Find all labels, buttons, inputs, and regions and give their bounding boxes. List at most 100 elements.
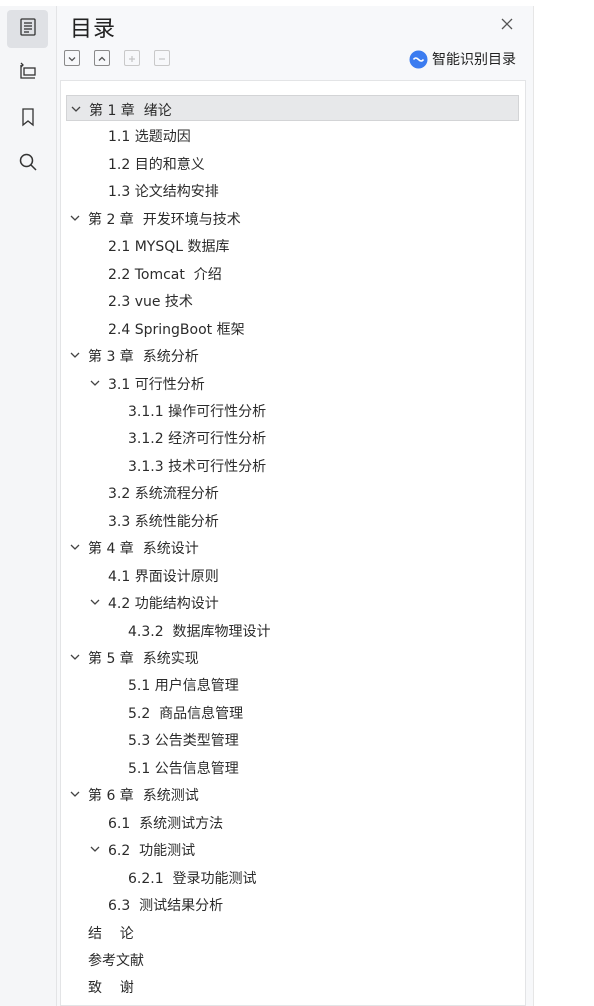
toc-item[interactable]: 第 3 章 系统分析 xyxy=(61,342,525,368)
search-tab-button[interactable] xyxy=(7,145,48,183)
plus-icon xyxy=(127,49,137,68)
chevron-down-icon[interactable] xyxy=(69,541,81,553)
toc-item[interactable]: 2.4 SpringBoot 框架 xyxy=(61,315,525,341)
toc-item[interactable]: 2.3 vue 技术 xyxy=(61,287,525,313)
outline-icon xyxy=(17,16,39,42)
toc-item-label: 致 谢 xyxy=(88,980,134,997)
toc-item[interactable]: 4.3.2 数据库物理设计 xyxy=(61,617,525,643)
toc-item[interactable]: 4.2 功能结构设计 xyxy=(61,589,525,615)
toc-item-label: 3.3 系统性能分析 xyxy=(108,513,219,530)
toc-item[interactable]: 第 5 章 系统实现 xyxy=(61,644,525,670)
chevron-down-icon[interactable] xyxy=(69,788,81,800)
toc-item[interactable]: 3.1 可行性分析 xyxy=(61,370,525,396)
toc-item[interactable]: 3.2 系统流程分析 xyxy=(61,479,525,505)
bookmark-tab-button[interactable] xyxy=(7,100,48,138)
expand-all-button[interactable] xyxy=(64,50,80,66)
toc-item-label: 2.3 vue 技术 xyxy=(108,294,193,311)
toc-item-label: 参考文献 xyxy=(88,952,144,969)
toc-item[interactable]: 5.2 商品信息管理 xyxy=(61,699,525,725)
toc-item[interactable]: 6.1 系统测试方法 xyxy=(61,809,525,835)
toc-item-label: 5.3 公告类型管理 xyxy=(128,733,239,750)
toc-item[interactable]: 3.1.3 技术可行性分析 xyxy=(61,452,525,478)
chevron-down-icon[interactable] xyxy=(69,349,81,361)
toc-tree: 第 1 章 绪论 1.1 选题动因 1.2 目的和意义 1.3 论文结构安排第 2 章… xyxy=(60,80,526,1006)
toc-item-label: 3.1.2 经济可行性分析 xyxy=(128,431,267,448)
toc-item-label: 2.2 Tomcat 介绍 xyxy=(108,266,222,283)
toc-item[interactable]: 5.1 公告信息管理 xyxy=(61,754,525,780)
toc-item[interactable]: 第 6 章 系统测试 xyxy=(61,781,525,807)
toc-item[interactable]: 6.3 测试结果分析 xyxy=(61,891,525,917)
toc-item[interactable]: 第 2 章 开发环境与技术 xyxy=(61,205,525,231)
chevron-down-icon[interactable] xyxy=(89,377,101,389)
toc-item[interactable]: 结 论 xyxy=(61,919,525,945)
toc-item[interactable]: 6.2.1 登录功能测试 xyxy=(61,864,525,890)
toc-item-label: 5.1 用户信息管理 xyxy=(128,678,239,695)
layers-icon xyxy=(17,60,39,86)
toc-item[interactable]: 致 谢 xyxy=(61,973,525,999)
toc-item-label: 1.1 选题动因 xyxy=(108,129,191,146)
search-icon xyxy=(17,151,39,177)
chevron-down-icon[interactable] xyxy=(69,651,81,663)
toc-item[interactable]: 1.1 选题动因 xyxy=(61,122,525,148)
toc-item[interactable]: 参考文献 xyxy=(61,946,525,972)
bookmark-icon xyxy=(17,106,39,132)
close-icon xyxy=(500,16,514,35)
toc-item[interactable]: 5.3 公告类型管理 xyxy=(61,726,525,752)
collapse-all-button[interactable] xyxy=(94,50,110,66)
layers-tab-button[interactable] xyxy=(7,54,48,92)
chevron-up-icon xyxy=(97,49,107,68)
toc-item[interactable]: 第 4 章 系统设计 xyxy=(61,534,525,560)
toc-item-label: 4.3.2 数据库物理设计 xyxy=(128,623,271,640)
toc-item-label: 1.2 目的和意义 xyxy=(108,156,205,173)
toc-item[interactable]: 第 1 章 绪论 xyxy=(66,95,519,121)
chevron-down-icon[interactable] xyxy=(69,212,81,224)
toc-item-label: 5.1 公告信息管理 xyxy=(128,760,239,777)
sidebar-rail xyxy=(0,6,57,1006)
chevron-down-icon xyxy=(67,49,77,68)
toc-item-label: 5.2 商品信息管理 xyxy=(128,705,244,722)
toc-item-label: 6.1 系统测试方法 xyxy=(108,815,224,832)
toc-item[interactable]: 3.3 系统性能分析 xyxy=(61,507,525,533)
toc-item[interactable]: 6.2 功能测试 xyxy=(61,836,525,862)
outline-panel: 目录 智能识别目录 第 1 章 绪论 1.1 选题动因 1.2 目的和意义 1.… xyxy=(57,6,533,1006)
toc-item[interactable]: 3.1.1 操作可行性分析 xyxy=(61,397,525,423)
toc-item-label: 1.3 论文结构安排 xyxy=(108,184,219,201)
toc-item-label: 3.1.1 操作可行性分析 xyxy=(128,403,267,420)
document-area xyxy=(533,6,594,1006)
chevron-down-icon[interactable] xyxy=(89,596,101,608)
toc-item[interactable]: 1.3 论文结构安排 xyxy=(61,177,525,203)
smart-recognize-label: 智能识别目录 xyxy=(432,52,516,68)
toc-item[interactable]: 2.1 MYSQL 数据库 xyxy=(61,232,525,258)
remove-entry-button[interactable] xyxy=(154,50,170,66)
toc-item-label: 4.1 界面设计原则 xyxy=(108,568,219,585)
toc-item[interactable]: 5.1 用户信息管理 xyxy=(61,671,525,697)
chevron-down-icon[interactable] xyxy=(70,103,82,115)
toc-item-label: 2.4 SpringBoot 框架 xyxy=(108,321,245,338)
toc-item[interactable]: 3.1.2 经济可行性分析 xyxy=(61,424,525,450)
toc-item-label: 6.2 功能测试 xyxy=(108,843,196,860)
toc-item-label: 3.1 可行性分析 xyxy=(108,376,205,393)
add-entry-button[interactable] xyxy=(124,50,140,66)
toc-item[interactable]: 4.1 界面设计原则 xyxy=(61,562,525,588)
toc-item-label: 3.1.3 技术可行性分析 xyxy=(128,458,267,475)
toc-item-label: 3.2 系统流程分析 xyxy=(108,486,219,503)
toc-item-label: 6.2.1 登录功能测试 xyxy=(128,870,257,887)
toc-item[interactable]: 2.2 Tomcat 介绍 xyxy=(61,260,525,286)
chevron-down-icon[interactable] xyxy=(89,843,101,855)
toc-item-label: 第 6 章 系统测试 xyxy=(88,788,199,805)
smart-recognize-button[interactable]: 智能识别目录 xyxy=(409,49,516,69)
toc-item-label: 2.1 MYSQL 数据库 xyxy=(108,239,230,256)
toc-item-label: 第 5 章 系统实现 xyxy=(88,651,199,667)
toc-item-label: 结 论 xyxy=(88,925,134,942)
toc-item[interactable]: 1.2 目的和意义 xyxy=(61,150,525,176)
close-button[interactable] xyxy=(498,16,516,34)
toc-item-label: 第 4 章 系统设计 xyxy=(88,541,199,558)
panel-title: 目录 xyxy=(70,17,117,42)
outline-tab-button[interactable] xyxy=(7,10,48,48)
toc-item-label: 第 2 章 开发环境与技术 xyxy=(88,211,241,228)
toc-item-label: 第 1 章 绪论 xyxy=(89,103,172,119)
toc-item-label: 第 3 章 系统分析 xyxy=(88,349,199,366)
toc-item-label: 4.2 功能结构设计 xyxy=(108,596,219,613)
app-window: 目录 智能识别目录 第 1 章 绪论 1.1 选题动因 1.2 目的和意义 1.… xyxy=(0,0,594,1006)
toc-item-label: 6.3 测试结果分析 xyxy=(108,898,224,915)
